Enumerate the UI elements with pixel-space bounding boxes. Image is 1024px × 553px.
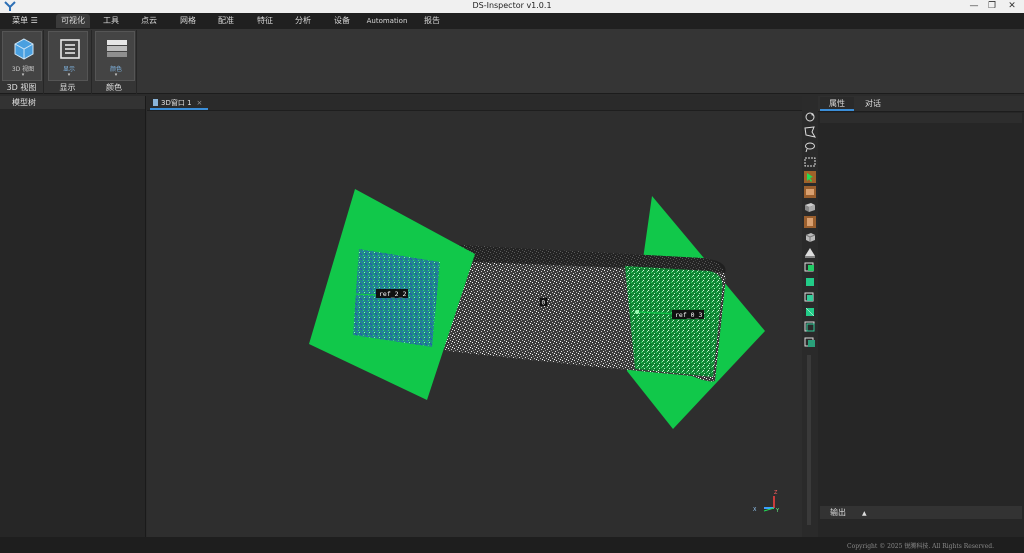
tab-properties[interactable]: 属性 bbox=[820, 97, 854, 111]
pointer-select-icon[interactable] bbox=[804, 171, 816, 183]
chevron-down-icon: ▾ bbox=[114, 72, 118, 78]
view-right-icon[interactable] bbox=[804, 216, 816, 228]
tab-point-cloud[interactable]: 点云 bbox=[134, 14, 164, 28]
properties-panel: 属性 对话 输出 ▲ bbox=[818, 96, 1024, 537]
window-icon bbox=[153, 99, 158, 106]
polygon-select-icon[interactable] bbox=[804, 126, 816, 138]
properties-header-row bbox=[820, 113, 1022, 123]
ribbon-group-label: 显示 bbox=[59, 83, 76, 92]
ribbon-group-label: 颜色 bbox=[106, 83, 122, 92]
right-panel-tabs: 属性 对话 bbox=[818, 96, 1024, 112]
view-top-icon[interactable] bbox=[804, 201, 816, 213]
axis-label-y: Y bbox=[775, 508, 780, 514]
color-button[interactable]: 颜色 ▾ bbox=[95, 31, 135, 81]
output-title: 输出 bbox=[830, 508, 846, 517]
tab-registration[interactable]: 配准 bbox=[211, 14, 241, 28]
model-tree-panel[interactable]: 模型树 bbox=[0, 96, 146, 537]
lasso-select-icon[interactable] bbox=[804, 141, 816, 153]
tab-feature[interactable]: 特征 bbox=[250, 14, 280, 28]
chevron-down-icon: ▾ bbox=[67, 72, 71, 78]
cube-icon bbox=[14, 38, 34, 60]
close-button[interactable]: ✕ bbox=[1000, 0, 1024, 13]
view-cube-side-icon[interactable] bbox=[804, 306, 816, 318]
tab-mesh[interactable]: 网格 bbox=[173, 14, 203, 28]
axis-triad: Z X Y bbox=[753, 490, 780, 514]
tab-device[interactable]: 设备 bbox=[327, 14, 357, 28]
status-bar: Copyright © 2025 锐腾科技. All Rights Reserv… bbox=[0, 537, 1024, 553]
center-label: 0 bbox=[542, 300, 546, 307]
view-left-icon[interactable] bbox=[804, 276, 816, 288]
chevron-down-icon: ▾ bbox=[21, 72, 25, 78]
close-icon[interactable]: × bbox=[197, 99, 203, 107]
ribbon-group-3d-view: 3D 视图 ▾ 3D 视图 bbox=[0, 30, 44, 94]
view-cube-front-icon[interactable] bbox=[804, 291, 816, 303]
chevron-up-icon[interactable]: ▲ bbox=[862, 510, 867, 517]
ribbon-group-label: 3D 视图 bbox=[6, 83, 37, 92]
display-button[interactable]: 显示 ▾ bbox=[48, 31, 88, 81]
view-cube-iso-icon[interactable] bbox=[804, 336, 816, 348]
main-menu-button[interactable]: 菜单 ☰ bbox=[2, 14, 48, 28]
tab-3d-window-label: 3D窗口 1 bbox=[161, 99, 192, 107]
tab-dialog[interactable]: 对话 bbox=[858, 97, 888, 111]
model-tree-title: 模型树 bbox=[0, 96, 145, 109]
tab-analysis[interactable]: 分析 bbox=[288, 14, 318, 28]
view-iso-icon[interactable] bbox=[804, 231, 816, 243]
output-panel-header[interactable]: 输出 ▲ bbox=[820, 506, 1022, 519]
ribbon-group-color: 颜色 ▾ 颜色 bbox=[92, 30, 137, 94]
rotate-icon[interactable] bbox=[804, 111, 816, 123]
3d-view-area: 3D窗口 1 × ref_2_2 ref_0_3 0 Z X Y bbox=[147, 96, 802, 537]
axis-label-x: X bbox=[753, 507, 757, 513]
axis-label-z: Z bbox=[774, 490, 778, 496]
toolbar-scrollbar[interactable] bbox=[807, 355, 811, 525]
window-title: DS-Inspector v1.0.1 bbox=[472, 1, 552, 10]
ribbon-group-display: 显示 ▾ 显示 bbox=[44, 30, 92, 94]
copyright-text: Copyright © 2025 锐腾科技. All Rights Reserv… bbox=[846, 543, 994, 550]
ribbon-toolbar: 3D 视图 ▾ 3D 视图 显示 ▾ 显示 颜色 ▾ 颜色 bbox=[0, 29, 1024, 94]
3d-viewport-canvas[interactable]: ref_2_2 ref_0_3 0 Z X Y bbox=[147, 111, 802, 537]
point-cloud-highlight bbox=[625, 266, 723, 377]
view-bottom-icon[interactable] bbox=[804, 246, 816, 258]
3d-view-button[interactable]: 3D 视图 ▾ bbox=[2, 31, 42, 81]
view-tools-toolbar bbox=[802, 110, 818, 537]
color-palette-icon bbox=[107, 40, 127, 57]
view-tab-bar: 3D窗口 1 × bbox=[147, 96, 802, 111]
view-front-icon[interactable] bbox=[804, 186, 816, 198]
tab-tools[interactable]: 工具 bbox=[96, 14, 126, 28]
menu-bar: 菜单 ☰ 可视化 工具 点云 网格 配准 特征 分析 设备 Automation… bbox=[0, 13, 1024, 29]
title-bar: DS-Inspector v1.0.1 — ❐ ✕ bbox=[0, 0, 1024, 13]
app-window: DS-Inspector v1.0.1 — ❐ ✕ 菜单 ☰ 可视化 工具 点云… bbox=[0, 0, 1024, 553]
tab-visualize[interactable]: 可视化 bbox=[56, 14, 90, 28]
list-icon bbox=[60, 39, 80, 59]
tab-automation[interactable]: Automation bbox=[364, 14, 410, 28]
tab-3d-window-1[interactable]: 3D窗口 1 × bbox=[150, 97, 208, 110]
tab-report[interactable]: 报告 bbox=[417, 14, 447, 28]
view-cube-top-icon[interactable] bbox=[804, 321, 816, 333]
ref-label-right: ref_0_3 bbox=[675, 311, 702, 319]
rectangle-select-icon[interactable] bbox=[804, 156, 816, 168]
view-back-icon[interactable] bbox=[804, 261, 816, 273]
ref-label-left: ref_2_2 bbox=[379, 290, 406, 298]
